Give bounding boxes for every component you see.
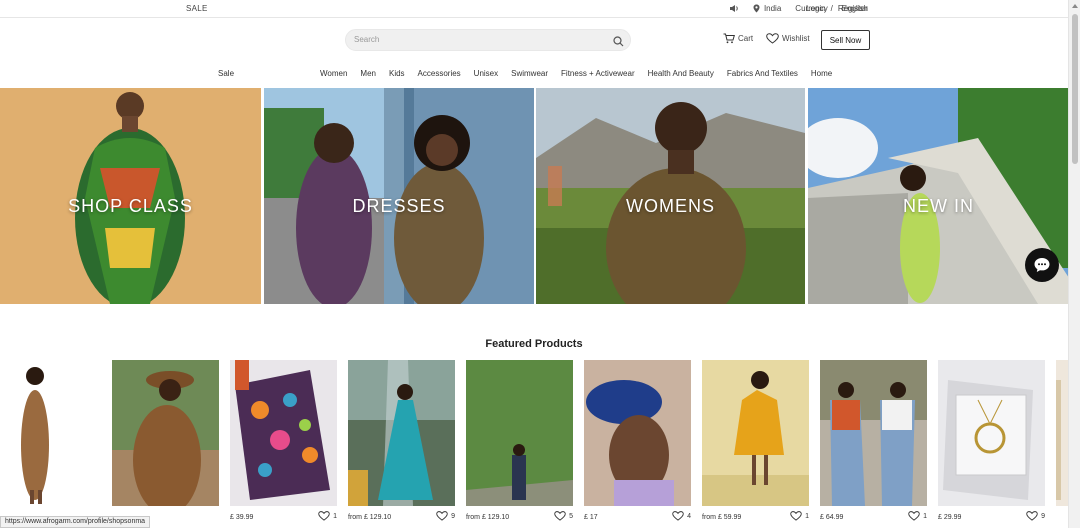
product-price: from £ 59.99 [702, 514, 742, 521]
category-banners: SHOP CLASS DRESSES WOMENS NEW IN [0, 88, 1069, 304]
featured-products-title: Featured Products [485, 338, 583, 350]
product-card[interactable]: £ 17 4 [584, 360, 691, 528]
auth-links: Login / Register [806, 4, 868, 13]
page-scrollbar[interactable] [1068, 0, 1080, 528]
heart-icon [318, 511, 330, 521]
banner-dresses-label: DRESSES [352, 196, 446, 216]
search-icon[interactable] [613, 34, 624, 52]
cart-label: Cart [738, 34, 754, 43]
top-sale-link[interactable]: SALE [186, 4, 208, 13]
product-price: £ 64.99 [820, 514, 844, 521]
product-card[interactable]: £ 39.99 1 [230, 360, 337, 528]
product-likes[interactable]: 9 [436, 511, 455, 521]
heart-icon [436, 511, 448, 521]
wishlist-link[interactable]: Wishlist [766, 33, 810, 44]
chat-button[interactable] [1025, 248, 1059, 282]
product-image[interactable] [1056, 360, 1068, 506]
like-count: 4 [687, 512, 691, 520]
nav-item-fitness[interactable]: Fitness + Activewear [561, 69, 635, 78]
chat-bubble-icon [1034, 258, 1050, 272]
nav-item-swimwear[interactable]: Swimwear [511, 69, 548, 78]
banner-new-in-label: NEW IN [903, 196, 974, 216]
heart-icon [554, 511, 566, 521]
product-likes[interactable]: 5 [554, 511, 573, 521]
product-image[interactable] [112, 360, 219, 506]
product-card[interactable]: £ 29.99 9 [938, 360, 1045, 528]
heart-icon [672, 511, 684, 521]
login-link[interactable]: Login [806, 4, 826, 13]
search-bar [345, 29, 631, 51]
product-price: from £ 129.10 [348, 514, 392, 521]
location-pin-icon [753, 4, 760, 13]
product-likes[interactable]: 1 [318, 511, 337, 521]
product-image[interactable] [938, 360, 1045, 506]
banner-dresses[interactable]: DRESSES [264, 88, 534, 304]
product-image[interactable] [466, 360, 573, 506]
product-card[interactable] [0, 360, 100, 528]
search-input[interactable] [354, 35, 594, 44]
banner-shop-class-label: SHOP CLASS [68, 196, 193, 216]
speaker-icon[interactable] [729, 4, 739, 13]
product-price: £ 29.99 [938, 514, 962, 521]
product-card[interactable]: from £ 129.10 9 [348, 360, 455, 528]
heart-icon [766, 33, 779, 44]
product-card[interactable] [112, 360, 219, 528]
product-likes[interactable]: 1 [908, 511, 927, 521]
nav-item-men[interactable]: Men [360, 69, 376, 78]
heart-icon [790, 511, 802, 521]
product-price: from £ 129.10 [466, 514, 510, 521]
product-likes[interactable]: 4 [672, 511, 691, 521]
country-label: India [763, 4, 782, 13]
cart-icon [723, 33, 735, 44]
nav-item-women[interactable]: Women [320, 69, 347, 78]
like-count: 1 [333, 512, 337, 520]
nav-item-home[interactable]: Home [811, 69, 832, 78]
product-price: £ 39.99 [230, 514, 254, 521]
product-likes[interactable]: 9 [1026, 511, 1045, 521]
heart-icon [1026, 511, 1038, 521]
register-link[interactable]: Register [838, 4, 868, 13]
product-image[interactable] [584, 360, 691, 506]
product-likes[interactable]: 1 [790, 511, 809, 521]
auth-separator: / [830, 4, 833, 13]
nav-item-sale[interactable]: Sale [218, 69, 234, 78]
featured-products-list: £ 39.99 1 from £ 129.10 9 from £ 129.10 … [0, 360, 1068, 528]
browser-status-url: https://www.afrogarm.com/profile/shopson… [0, 516, 151, 528]
like-count: 1 [805, 512, 809, 520]
main-nav: Sale Women Men Kids Accessories Unisex S… [0, 69, 1068, 81]
nav-item-kids[interactable]: Kids [389, 69, 405, 78]
product-image[interactable] [348, 360, 455, 506]
country-selector[interactable]: India [753, 4, 781, 13]
like-count: 9 [1041, 512, 1045, 520]
like-count: 5 [569, 512, 573, 520]
product-image[interactable] [820, 360, 927, 506]
scroll-up-arrow-icon[interactable] [1072, 4, 1078, 8]
banner-womens[interactable]: WOMENS [536, 88, 805, 304]
product-card[interactable]: from £ 59.99 1 [702, 360, 809, 528]
nav-items: Women Men Kids Accessories Unisex Swimwe… [320, 69, 832, 78]
product-card[interactable]: from £ 129.10 5 [466, 360, 573, 528]
banner-shop-class[interactable]: SHOP CLASS [0, 88, 261, 304]
like-count: 9 [451, 512, 455, 520]
scrollbar-thumb[interactable] [1072, 14, 1078, 164]
product-image[interactable] [702, 360, 809, 506]
nav-item-fabrics[interactable]: Fabrics And Textiles [727, 69, 798, 78]
wishlist-label: Wishlist [782, 34, 810, 43]
nav-item-accessories[interactable]: Accessories [418, 69, 461, 78]
product-card[interactable] [1056, 360, 1068, 528]
cart-link[interactable]: Cart [723, 33, 753, 44]
like-count: 1 [923, 512, 927, 520]
banner-womens-label: WOMENS [626, 196, 715, 216]
heart-icon [908, 511, 920, 521]
sell-now-button[interactable]: Sell Now [821, 30, 870, 50]
product-image[interactable] [0, 360, 100, 506]
nav-item-unisex[interactable]: Unisex [474, 69, 498, 78]
product-image[interactable] [230, 360, 337, 506]
product-price: £ 17 [584, 514, 598, 521]
top-bar: SALE India Currency English Login / Regi… [0, 0, 1068, 18]
product-card[interactable]: £ 64.99 1 [820, 360, 927, 528]
nav-item-health-beauty[interactable]: Health And Beauty [648, 69, 714, 78]
